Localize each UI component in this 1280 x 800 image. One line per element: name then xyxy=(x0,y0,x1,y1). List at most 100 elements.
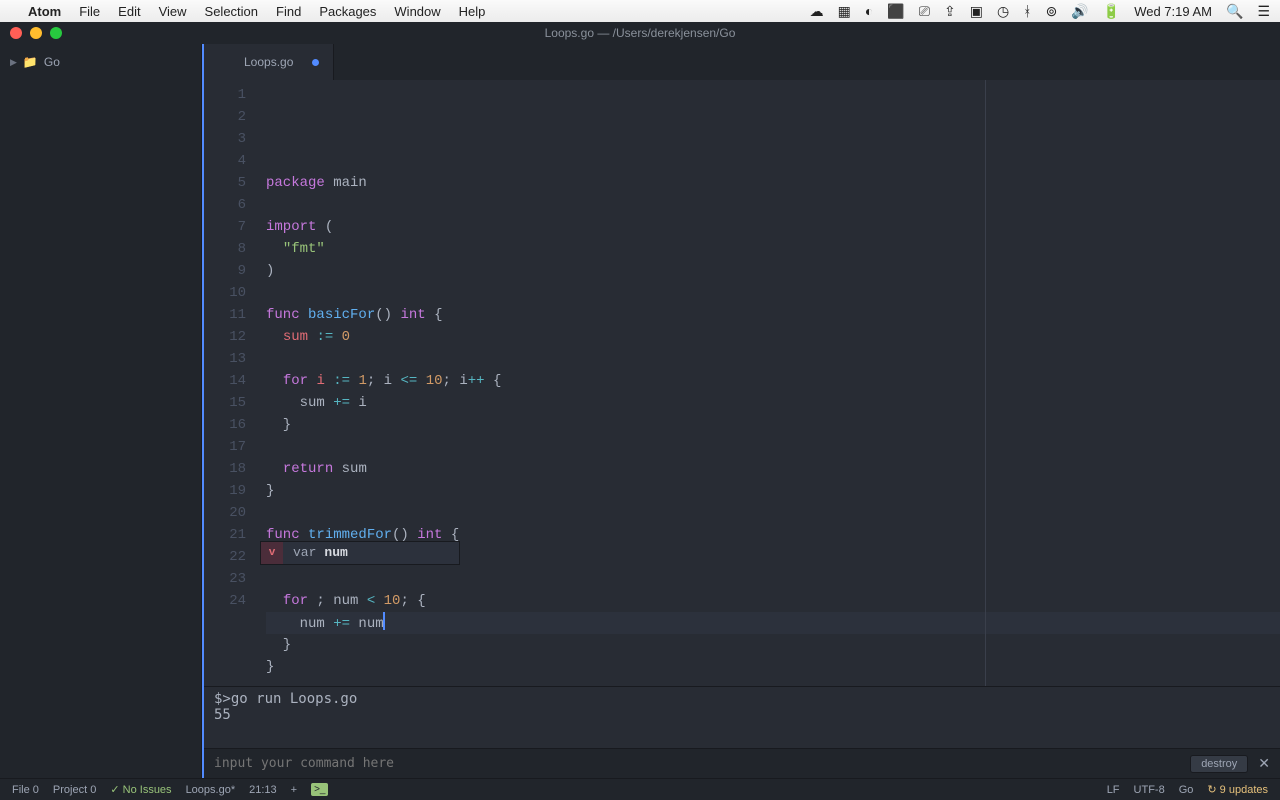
menu-edit[interactable]: Edit xyxy=(118,4,140,19)
line-number: 23 xyxy=(204,568,246,590)
line-number: 15 xyxy=(204,392,246,414)
status-file[interactable]: File 0 xyxy=(12,784,39,796)
status-project[interactable]: Project 0 xyxy=(53,784,96,796)
terminal-input[interactable] xyxy=(214,756,1190,771)
line-number: 5 xyxy=(204,172,246,194)
line-number: 10 xyxy=(204,282,246,304)
menu-view[interactable]: View xyxy=(159,4,187,19)
autocomplete-left: var xyxy=(293,542,316,564)
menu-window[interactable]: Window xyxy=(394,4,440,19)
line-number: 12 xyxy=(204,326,246,348)
status-issues[interactable]: ✓ No Issues xyxy=(110,783,171,796)
code-line[interactable]: } xyxy=(266,656,1280,678)
battery-icon[interactable]: 🔋 xyxy=(1103,3,1120,20)
line-number: 8 xyxy=(204,238,246,260)
spotlight-icon[interactable]: 🔍 xyxy=(1226,3,1243,20)
code-line[interactable]: import ( xyxy=(266,216,1280,238)
tab-dirty-indicator xyxy=(312,59,319,66)
bluetooth-icon[interactable]: ᚼ xyxy=(1023,3,1031,19)
window-minimize-button[interactable] xyxy=(30,27,42,39)
code-content[interactable]: v var num package main import ( "fmt") fun… xyxy=(260,80,1280,686)
code-line[interactable] xyxy=(266,348,1280,370)
code-line[interactable]: sum := 0 xyxy=(266,326,1280,348)
line-number: 4 xyxy=(204,150,246,172)
code-line[interactable] xyxy=(266,436,1280,458)
terminal-close-icon[interactable]: ✕ xyxy=(1258,755,1270,772)
text-editor[interactable]: 123456789101112131415161718192021222324 … xyxy=(204,80,1280,686)
window-zoom-button[interactable] xyxy=(50,27,62,39)
adobe-icon[interactable]: ⬛ xyxy=(887,3,904,20)
folder-icon: 📁 xyxy=(23,55,38,69)
line-number: 9 xyxy=(204,260,246,282)
line-number: 20 xyxy=(204,502,246,524)
cc-icon[interactable]: ◐ xyxy=(865,3,873,19)
menubar-app-name[interactable]: Atom xyxy=(28,4,61,19)
tab-bar: Loops.go xyxy=(204,44,1280,80)
autocomplete-popup[interactable]: v var num xyxy=(260,541,460,565)
status-terminal-icon[interactable]: >_ xyxy=(311,783,328,796)
menu-selection[interactable]: Selection xyxy=(205,4,258,19)
tab-label: Loops.go xyxy=(244,55,293,69)
line-number: 17 xyxy=(204,436,246,458)
tree-root-folder[interactable]: ▶ 📁 Go xyxy=(0,52,201,72)
menubar-clock[interactable]: Wed 7:19 AM xyxy=(1134,4,1212,19)
window-close-button[interactable] xyxy=(10,27,22,39)
terminal-input-row: destroy ✕ xyxy=(204,748,1280,778)
mac-menubar: Atom File Edit View Selection Find Packa… xyxy=(0,0,1280,22)
status-cursor-pos[interactable]: 21:13 xyxy=(249,784,277,796)
tab-loops-go[interactable]: Loops.go xyxy=(204,44,334,80)
cloud-icon[interactable]: ☁ xyxy=(810,3,824,20)
autocomplete-kind-badge: v xyxy=(261,542,283,564)
code-line[interactable]: func basicFor() int { xyxy=(266,304,1280,326)
file-tree-sidebar: ▶ 📁 Go xyxy=(0,44,202,778)
menu-packages[interactable]: Packages xyxy=(319,4,376,19)
terminal-output-line: 55 xyxy=(214,707,1270,723)
code-line[interactable]: ) xyxy=(266,260,1280,282)
status-encoding[interactable]: UTF-8 xyxy=(1134,784,1165,796)
menu-file[interactable]: File xyxy=(79,4,100,19)
menu-help[interactable]: Help xyxy=(459,4,486,19)
line-number: 18 xyxy=(204,458,246,480)
status-line-ending[interactable]: LF xyxy=(1107,784,1120,796)
code-line[interactable]: "fmt" xyxy=(266,238,1280,260)
line-number: 2 xyxy=(204,106,246,128)
line-number-gutter: 123456789101112131415161718192021222324 xyxy=(204,80,260,686)
code-line[interactable] xyxy=(266,502,1280,524)
screen-icon[interactable]: ⎚ xyxy=(919,3,930,20)
status-language[interactable]: Go xyxy=(1179,784,1194,796)
code-line[interactable]: for i := 1; i <= 10; i++ { xyxy=(266,370,1280,392)
code-line[interactable]: } xyxy=(266,634,1280,656)
code-line[interactable]: return sum xyxy=(266,458,1280,480)
notifications-icon[interactable]: ☰ xyxy=(1257,3,1270,20)
status-add-icon[interactable]: + xyxy=(291,784,297,796)
line-number: 7 xyxy=(204,216,246,238)
line-number: 3 xyxy=(204,128,246,150)
timer-icon[interactable]: ◷ xyxy=(997,3,1009,20)
tree-root-label: Go xyxy=(44,55,60,69)
box-icon[interactable]: ▣ xyxy=(970,3,983,20)
line-number: 11 xyxy=(204,304,246,326)
code-line[interactable]: } xyxy=(266,480,1280,502)
wrap-guide xyxy=(985,80,986,686)
code-line[interactable]: num += num xyxy=(266,612,1280,634)
volume-icon[interactable]: 🔊 xyxy=(1071,3,1088,20)
menu-find[interactable]: Find xyxy=(276,4,301,19)
code-line[interactable] xyxy=(266,194,1280,216)
tray-icon[interactable]: ▦ xyxy=(838,3,851,20)
status-updates[interactable]: ↻ 9 updates xyxy=(1207,783,1268,796)
code-line[interactable] xyxy=(266,678,1280,686)
code-line[interactable]: sum += i xyxy=(266,392,1280,414)
code-line[interactable]: for ; num < 10; { xyxy=(266,590,1280,612)
code-line[interactable] xyxy=(266,282,1280,304)
dropbox-icon[interactable]: ⇪ xyxy=(944,3,956,20)
status-filename[interactable]: Loops.go* xyxy=(186,784,236,796)
terminal-destroy-button[interactable]: destroy xyxy=(1190,755,1248,773)
line-number: 14 xyxy=(204,370,246,392)
code-line[interactable] xyxy=(266,568,1280,590)
code-line[interactable]: } xyxy=(266,414,1280,436)
wifi-icon[interactable]: ⊚ xyxy=(1046,3,1058,20)
line-number: 22 xyxy=(204,546,246,568)
terminal-prompt-line: $>go run Loops.go xyxy=(214,691,1270,707)
terminal-output[interactable]: $>go run Loops.go 55 xyxy=(204,686,1280,748)
code-line[interactable]: package main xyxy=(266,172,1280,194)
